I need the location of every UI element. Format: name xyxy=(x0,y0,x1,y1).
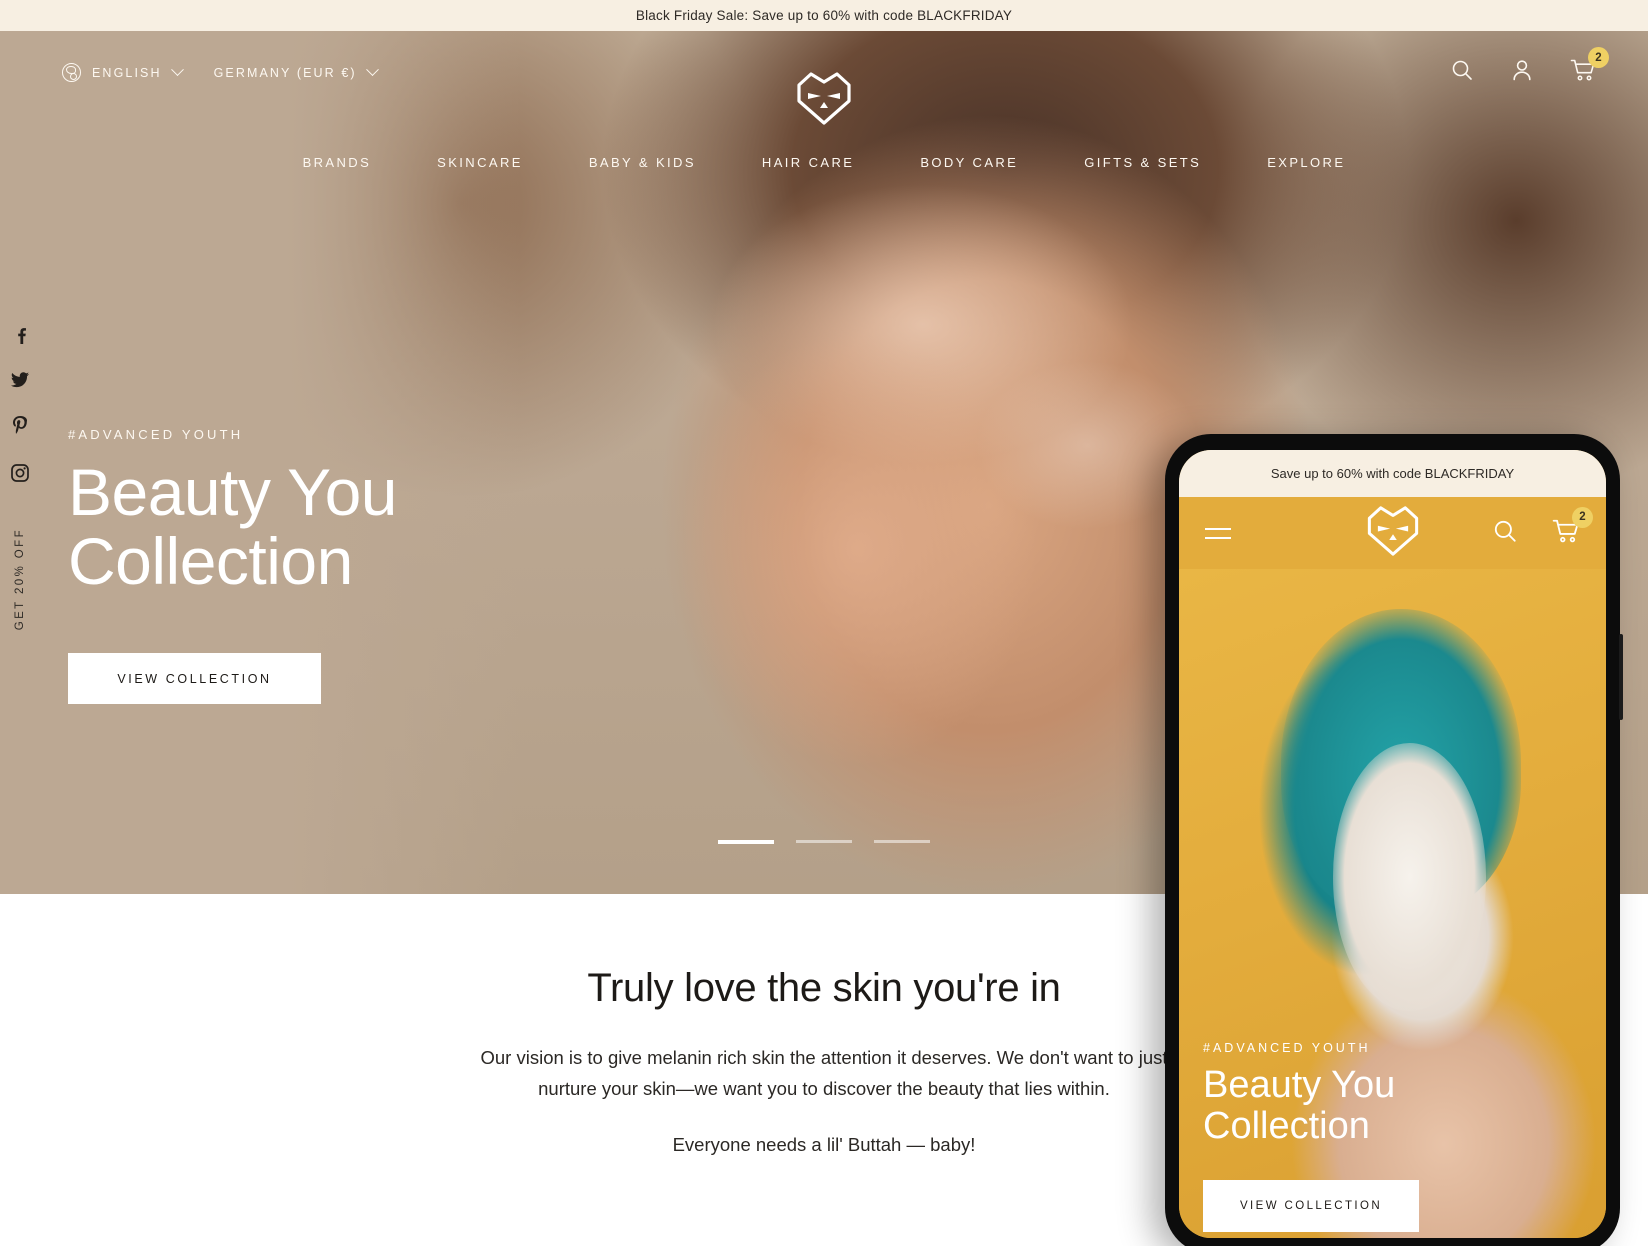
nav-item-hair-care[interactable]: HAIR CARE xyxy=(729,147,887,178)
site-logo[interactable] xyxy=(795,71,853,131)
fox-face-logo xyxy=(1367,505,1418,556)
instagram-icon[interactable] xyxy=(11,464,29,487)
social-sidebar: GET 20% OFF xyxy=(0,327,40,630)
promo-paragraph-2: Everyone needs a lil' Buttah — baby! xyxy=(672,1134,976,1156)
promo-paragraph-1: Our vision is to give melanin rich skin … xyxy=(480,1047,1168,1099)
hero-slider-indicators xyxy=(718,840,930,844)
mobile-screen: Save up to 60% with code BLACKFRIDAY 2 #… xyxy=(1179,450,1606,1238)
search-icon[interactable] xyxy=(1492,518,1518,549)
hamburger-menu-icon[interactable] xyxy=(1205,527,1231,539)
mobile-hero-title-line-2: Collection xyxy=(1203,1104,1370,1147)
globe-icon xyxy=(62,63,81,82)
search-icon[interactable] xyxy=(1450,58,1474,87)
twitter-icon[interactable] xyxy=(10,372,29,393)
announcement-bar: Black Friday Sale: Save up to 60% with c… xyxy=(0,0,1648,31)
hero-title-line-2: Collection xyxy=(68,523,353,598)
mobile-hero-eyebrow: #ADVANCED YOUTH xyxy=(1203,1041,1371,1056)
site-header: ENGLISH GERMANY (EUR €) 2 xyxy=(0,31,1648,125)
mobile-header: 2 xyxy=(1179,497,1606,569)
mobile-announcement-bar: Save up to 60% with code BLACKFRIDAY xyxy=(1179,450,1606,497)
header-actions: 2 xyxy=(1450,47,1648,87)
main-navigation: BRANDS SKINCARE BABY & KIDS HAIR CARE BO… xyxy=(0,147,1648,178)
mobile-hero-title-line-1: Beauty You xyxy=(1203,1064,1396,1107)
hero-title-line-1: Beauty You xyxy=(68,455,398,529)
slider-dot-1[interactable] xyxy=(718,840,774,844)
announcement-text: Black Friday Sale: Save up to 60% with c… xyxy=(635,8,1013,23)
account-icon[interactable] xyxy=(1510,58,1534,87)
nav-item-baby-kids[interactable]: BABY & KIDS xyxy=(556,147,729,178)
nav-item-body-care[interactable]: BODY CARE xyxy=(887,147,1051,178)
mobile-site-logo[interactable] xyxy=(1365,505,1421,562)
fox-face-logo xyxy=(797,72,851,125)
hero-title: Beauty You Collection xyxy=(68,455,398,598)
mobile-hero-content: #ADVANCED YOUTH Beauty You Collection xyxy=(1203,1041,1395,1146)
slider-dot-2[interactable] xyxy=(796,840,852,843)
nav-item-gifts-sets[interactable]: GIFTS & SETS xyxy=(1051,147,1234,178)
pinterest-icon[interactable] xyxy=(12,416,28,441)
hero-eyebrow: #ADVANCED YOUTH xyxy=(68,427,244,442)
mobile-header-actions: 2 xyxy=(1492,506,1593,549)
mobile-cart-button[interactable]: 2 xyxy=(1552,506,1593,549)
nav-item-skincare[interactable]: SKINCARE xyxy=(404,147,556,178)
mobile-hero-title: Beauty You Collection xyxy=(1203,1065,1395,1146)
nav-item-explore[interactable]: EXPLORE xyxy=(1234,147,1378,178)
locale-selectors: ENGLISH GERMANY (EUR €) xyxy=(0,63,379,82)
cart-button[interactable]: 2 xyxy=(1570,47,1609,87)
burger-line-1 xyxy=(1205,527,1231,530)
slider-dot-3[interactable] xyxy=(874,840,930,843)
chevron-down-icon xyxy=(170,63,184,77)
hero-view-collection-button[interactable]: VIEW COLLECTION xyxy=(68,653,321,705)
burger-line-2 xyxy=(1205,536,1231,539)
nav-item-brands[interactable]: BRANDS xyxy=(270,147,405,178)
mobile-hero-banner: #ADVANCED YOUTH Beauty You Collection VI… xyxy=(1179,569,1606,1238)
currency-selector[interactable]: GERMANY (EUR €) xyxy=(213,63,379,80)
language-label: ENGLISH xyxy=(92,65,162,80)
hero-content: #ADVANCED YOUTH Beauty You Collection VI… xyxy=(68,427,398,705)
cart-count-badge: 2 xyxy=(1588,47,1609,68)
get-discount-label[interactable]: GET 20% OFF xyxy=(14,528,26,630)
language-selector[interactable]: ENGLISH xyxy=(62,63,184,82)
facebook-icon[interactable] xyxy=(12,327,29,349)
phone-side-button xyxy=(1619,634,1623,720)
chevron-down-icon xyxy=(365,63,379,77)
mobile-cart-count-badge: 2 xyxy=(1572,506,1593,528)
mobile-view-collection-button[interactable]: VIEW COLLECTION xyxy=(1203,1180,1419,1232)
mobile-device-mockup: Save up to 60% with code BLACKFRIDAY 2 #… xyxy=(1165,434,1623,1246)
mobile-announcement-text: Save up to 60% with code BLACKFRIDAY xyxy=(1270,466,1515,481)
currency-label: GERMANY (EUR €) xyxy=(213,65,357,80)
